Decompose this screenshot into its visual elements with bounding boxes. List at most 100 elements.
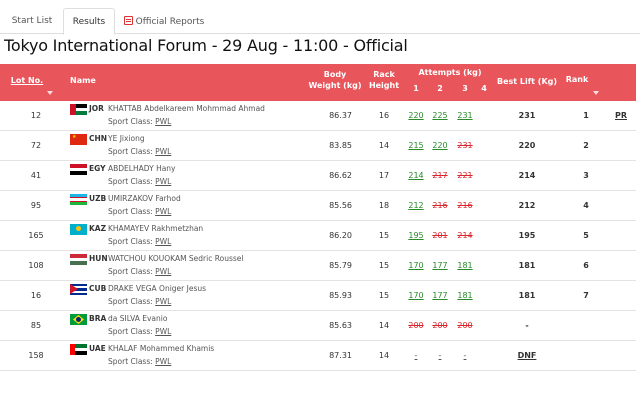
attempt-3: 214 <box>457 231 473 240</box>
athlete-name-link[interactable]: DRAKE VEGA Oniger Jesus <box>108 284 206 293</box>
table-row: 108 HUN WATCHOU KOUOKAM Sedric Roussel S… <box>0 251 636 281</box>
tab-results[interactable]: Results <box>63 8 115 35</box>
table-row: 85 BRA da SILVA Evanio Sport Class: PWL … <box>0 311 636 341</box>
record-link[interactable]: PR <box>612 111 630 120</box>
header-best-lift: Best Lift (Kg) <box>496 77 558 86</box>
china-flag-icon: ★ <box>70 134 87 145</box>
tab-official-reports[interactable]: Official Reports <box>118 8 210 35</box>
body-weight: 86.37 <box>329 111 352 120</box>
rank: 1 <box>583 111 589 120</box>
uzbekistan-flag-icon <box>70 194 87 205</box>
attempt-2: 220 <box>432 141 448 150</box>
attempt-2: 177 <box>432 291 448 300</box>
rack-height: 14 <box>378 141 390 150</box>
attempt-2: 217 <box>432 171 448 180</box>
uae-flag-icon <box>70 344 87 355</box>
athlete-name-link[interactable]: KHATTAB Abdelkareem Mohmmad Ahmad <box>108 104 265 113</box>
header-body-weight-1: Body <box>323 70 347 79</box>
attempt-1: 170 <box>408 261 424 270</box>
body-weight: 86.20 <box>329 231 352 240</box>
rack-height: 15 <box>378 231 390 240</box>
sport-class-label: Sport Class: <box>108 117 153 126</box>
pdf-icon <box>123 16 133 25</box>
egypt-flag-icon <box>70 164 87 175</box>
nation-code: KAZ <box>89 224 107 233</box>
cuba-flag-icon <box>70 284 87 295</box>
athlete-name-link[interactable]: ABDELHADY Hany <box>108 164 176 173</box>
lot-number: 16 <box>30 291 42 300</box>
sport-class-label: Sport Class: <box>108 147 153 156</box>
hungary-flag-icon <box>70 254 87 265</box>
table-row: 12 JOR KHATTAB Abdelkareem Mohmmad Ahmad… <box>0 101 636 131</box>
best-lift: 231 <box>518 111 536 120</box>
nation-code: EGY <box>89 164 106 173</box>
rack-height: 15 <box>378 261 390 270</box>
header-attempt-2: 2 <box>437 84 443 93</box>
sport-class: Sport Class: PWL <box>108 117 171 126</box>
table-row: 165 KAZ KHAMAYEV Rakhmetzhan Sport Class… <box>0 221 636 251</box>
sport-class-value: PWL <box>155 147 172 156</box>
attempt-3: 216 <box>457 201 473 210</box>
table-row: 95 UZB UMIRZAKOV Farhod Sport Class: PWL… <box>0 191 636 221</box>
rack-height: 17 <box>378 171 390 180</box>
athlete-name-link[interactable]: KHAMAYEV Rakhmetzhan <box>108 224 203 233</box>
attempt-1: 212 <box>408 201 424 210</box>
best-lift: 220 <box>518 141 536 150</box>
best-lift: 181 <box>518 261 536 270</box>
athlete-name-link[interactable]: YE Jixiong <box>108 134 145 143</box>
athlete-name-link[interactable]: da SILVA Evanio <box>108 314 167 323</box>
header-body-weight-2: Weight (kg) <box>308 81 362 90</box>
athlete-name-link[interactable]: KHALAF Mohammed Khamis <box>108 344 214 353</box>
attempt-1: - <box>414 351 418 360</box>
header-attempts: Attempts (kg) <box>418 68 482 77</box>
body-weight: 85.79 <box>329 261 352 270</box>
sort-icon[interactable] <box>47 88 53 98</box>
sport-class-value: PWL <box>155 357 172 366</box>
nation-code: BRA <box>89 314 107 323</box>
body-weight: 85.93 <box>329 291 352 300</box>
sport-class: Sport Class: PWL <box>108 147 171 156</box>
sort-icon[interactable] <box>593 88 599 98</box>
rank: 4 <box>583 201 589 210</box>
header-lot-no[interactable]: Lot No. <box>10 76 44 86</box>
attempt-1: 200 <box>408 321 424 330</box>
sport-class: Sport Class: PWL <box>108 177 171 186</box>
body-weight: 83.85 <box>329 141 352 150</box>
best-lift: 181 <box>518 291 536 300</box>
sport-class-value: PWL <box>155 297 172 306</box>
attempt-1: 170 <box>408 291 424 300</box>
attempt-2: 225 <box>432 111 448 120</box>
tab-bar: Start List Results Official Reports <box>0 0 640 35</box>
sport-class-value: PWL <box>155 117 172 126</box>
attempt-2: 216 <box>432 201 448 210</box>
rank: 7 <box>583 291 589 300</box>
nation-code: UAE <box>89 344 106 353</box>
body-weight: 85.56 <box>329 201 352 210</box>
attempt-2: 177 <box>432 261 448 270</box>
athlete-name-link[interactable]: UMIRZAKOV Farhod <box>108 194 181 203</box>
sport-class-value: PWL <box>155 327 172 336</box>
sport-class: Sport Class: PWL <box>108 207 171 216</box>
rack-height: 14 <box>378 321 390 330</box>
attempt-3: 200 <box>457 321 473 330</box>
sport-class: Sport Class: PWL <box>108 297 171 306</box>
table-row: 158 UAE KHALAF Mohammed Khamis Sport Cla… <box>0 341 636 371</box>
header-rack-1: Rack <box>373 70 395 79</box>
body-weight: 85.63 <box>329 321 352 330</box>
sport-class: Sport Class: PWL <box>108 357 171 366</box>
attempt-1: 215 <box>408 141 424 150</box>
lot-number: 95 <box>30 201 42 210</box>
athlete-name-link[interactable]: WATCHOU KOUOKAM Sedric Roussel <box>108 254 243 263</box>
header-attempt-1: 1 <box>413 84 419 93</box>
best-lift: 195 <box>518 231 536 240</box>
attempt-3: - <box>463 351 467 360</box>
header-name: Name <box>70 76 96 85</box>
nation-code: CUB <box>89 284 107 293</box>
kazakhstan-flag-icon <box>70 224 87 235</box>
rank: 2 <box>583 141 589 150</box>
header-attempt-3: 3 <box>462 84 468 93</box>
tab-start-list[interactable]: Start List <box>2 8 62 35</box>
rank: 3 <box>583 171 589 180</box>
sport-class-label: Sport Class: <box>108 237 153 246</box>
jordan-flag-icon <box>70 104 87 115</box>
